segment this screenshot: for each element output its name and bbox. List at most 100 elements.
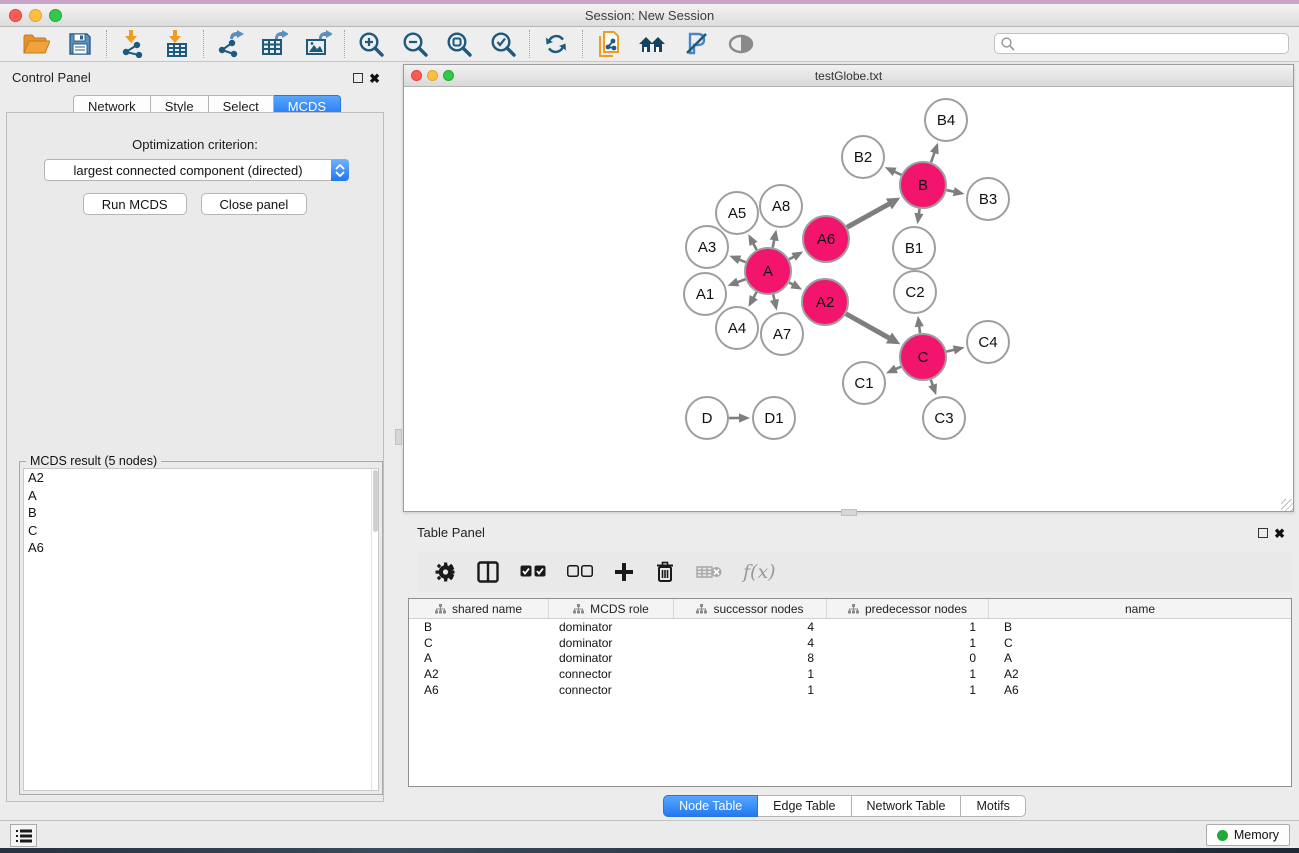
- maximize-window-button[interactable]: [49, 9, 62, 22]
- import-table-icon[interactable]: [161, 29, 193, 59]
- memory-button[interactable]: Memory: [1206, 824, 1290, 846]
- table-cell[interactable]: A: [409, 651, 549, 665]
- show-hide-details-icon[interactable]: [725, 29, 757, 59]
- table-row[interactable]: A6connector11A6: [409, 682, 1291, 698]
- table-cell[interactable]: 4: [674, 636, 827, 650]
- table-header-row[interactable]: shared name MCDS role successor nodes pr…: [409, 599, 1291, 619]
- list-scrollbar[interactable]: [371, 469, 378, 790]
- zoom-selected-icon[interactable]: [487, 29, 519, 59]
- table-cell[interactable]: B: [409, 620, 549, 634]
- tab-node-table[interactable]: Node Table: [663, 795, 758, 817]
- close-panel-icon[interactable]: ✖: [369, 71, 380, 87]
- close-window-button[interactable]: [9, 9, 22, 22]
- edge-arrowhead-icon: [770, 299, 779, 311]
- result-item[interactable]: A6: [24, 539, 378, 557]
- search-field[interactable]: [994, 33, 1289, 54]
- close-network-window-button[interactable]: [411, 70, 422, 81]
- resize-corner-handle[interactable]: [1281, 499, 1293, 511]
- add-column-icon[interactable]: [614, 557, 634, 587]
- table-cell[interactable]: dominator: [549, 651, 674, 665]
- minimize-window-button[interactable]: [29, 9, 42, 22]
- optimization-criterion-dropdown[interactable]: largest connected component (directed): [44, 159, 349, 181]
- table-body[interactable]: Bdominator41BCdominator41CAdominator80AA…: [409, 619, 1291, 698]
- table-cell[interactable]: 1: [674, 683, 827, 697]
- scrollbar-thumb[interactable]: [373, 470, 378, 532]
- table-cell[interactable]: 1: [827, 667, 989, 681]
- table-cell[interactable]: 1: [827, 636, 989, 650]
- table-cell[interactable]: A6: [409, 683, 549, 697]
- tab-edge-table[interactable]: Edge Table: [758, 795, 851, 817]
- column-header-name[interactable]: name: [989, 599, 1291, 618]
- export-network-icon[interactable]: [214, 29, 246, 59]
- open-session-icon[interactable]: [20, 29, 52, 59]
- table-cell[interactable]: A: [989, 651, 1291, 665]
- column-header-predecessor-nodes[interactable]: predecessor nodes: [827, 599, 989, 618]
- deselect-all-rows-icon[interactable]: [567, 557, 593, 587]
- tab-motifs[interactable]: Motifs: [961, 795, 1025, 817]
- table-row[interactable]: Adominator80A: [409, 651, 1291, 667]
- tab-network-table[interactable]: Network Table: [852, 795, 962, 817]
- table-cell[interactable]: A6: [989, 683, 1291, 697]
- refresh-icon[interactable]: [540, 29, 572, 59]
- split-divider-handle-left[interactable]: [395, 429, 402, 445]
- node-table[interactable]: shared name MCDS role successor nodes pr…: [408, 598, 1292, 787]
- delete-columns-icon[interactable]: [655, 557, 675, 587]
- table-cell[interactable]: C: [409, 636, 549, 650]
- export-table-icon[interactable]: [258, 29, 290, 59]
- task-history-button[interactable]: [10, 824, 37, 847]
- column-header-shared-name[interactable]: shared name: [409, 599, 549, 618]
- result-item[interactable]: C: [24, 522, 378, 540]
- table-cell[interactable]: 1: [827, 683, 989, 697]
- float-panel-icon[interactable]: [353, 73, 363, 83]
- mcds-result-list[interactable]: A2ABCA6: [23, 468, 379, 791]
- zoom-out-icon[interactable]: [399, 29, 431, 59]
- search-input[interactable]: [1016, 35, 1288, 52]
- table-row[interactable]: Cdominator41C: [409, 635, 1291, 651]
- table-cell[interactable]: 1: [674, 667, 827, 681]
- zoom-in-icon[interactable]: [355, 29, 387, 59]
- export-image-icon[interactable]: [302, 29, 334, 59]
- float-table-panel-icon[interactable]: [1258, 528, 1268, 538]
- close-table-panel-icon[interactable]: ✖: [1274, 526, 1285, 542]
- select-all-rows-icon[interactable]: [520, 557, 546, 587]
- table-cell[interactable]: 4: [674, 620, 827, 634]
- table-cell[interactable]: 0: [827, 651, 989, 665]
- table-cell[interactable]: connector: [549, 683, 674, 697]
- graph-edge[interactable]: [847, 203, 891, 227]
- table-row[interactable]: A2connector11A2: [409, 666, 1291, 682]
- minimize-network-window-button[interactable]: [427, 70, 438, 81]
- table-settings-icon[interactable]: [434, 557, 456, 587]
- table-cell[interactable]: 1: [827, 620, 989, 634]
- table-cell[interactable]: connector: [549, 667, 674, 681]
- split-table-view-icon[interactable]: [477, 557, 499, 587]
- duplicate-network-icon[interactable]: [593, 29, 625, 59]
- split-divider-handle-bottom[interactable]: [841, 509, 857, 516]
- table-cell[interactable]: A2: [989, 667, 1291, 681]
- close-panel-button[interactable]: Close panel: [201, 193, 308, 215]
- table-cell[interactable]: dominator: [549, 636, 674, 650]
- result-item[interactable]: A2: [24, 469, 378, 487]
- first-neighbors-icon[interactable]: [637, 29, 669, 59]
- column-header-mcds-role[interactable]: MCDS role: [549, 599, 674, 618]
- import-network-icon[interactable]: [117, 29, 149, 59]
- table-cell[interactable]: B: [989, 620, 1291, 634]
- table-cell[interactable]: dominator: [549, 620, 674, 634]
- run-mcds-button[interactable]: Run MCDS: [83, 193, 187, 215]
- table-cell[interactable]: A2: [409, 667, 549, 681]
- annotation-mode-icon[interactable]: [681, 29, 713, 59]
- result-item[interactable]: A: [24, 487, 378, 505]
- save-session-icon[interactable]: [64, 29, 96, 59]
- table-cell[interactable]: C: [989, 636, 1291, 650]
- window-controls[interactable]: [9, 9, 62, 22]
- network-window-titlebar[interactable]: testGlobe.txt: [404, 65, 1293, 87]
- table-row[interactable]: Bdominator41B: [409, 619, 1291, 635]
- result-item[interactable]: B: [24, 504, 378, 522]
- zoom-fit-icon[interactable]: [443, 29, 475, 59]
- maximize-network-window-button[interactable]: [443, 70, 454, 81]
- graph-canvas[interactable]: B4B2BB3B1A5A8A6A3AA1A4A7A2C2CC4C1C3DD1: [404, 87, 1293, 511]
- network-window-controls[interactable]: [411, 70, 454, 81]
- column-header-successor-nodes[interactable]: successor nodes: [674, 599, 827, 618]
- graph-edge[interactable]: [846, 314, 891, 339]
- table-cell[interactable]: 8: [674, 651, 827, 665]
- network-graph[interactable]: B4B2BB3B1A5A8A6A3AA1A4A7A2C2CC4C1C3DD1: [404, 87, 1293, 511]
